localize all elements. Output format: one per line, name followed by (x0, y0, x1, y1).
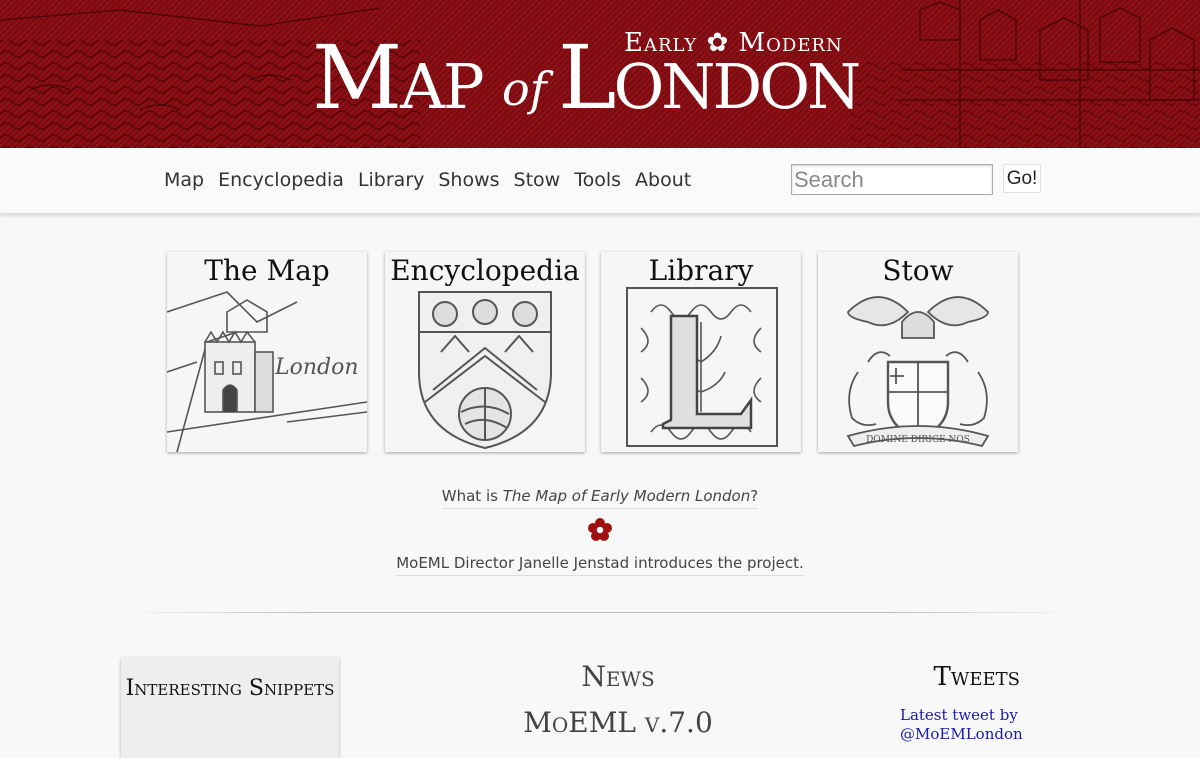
latest-tweet-link[interactable]: Latest tweet by @MoEMLondon (900, 706, 1060, 744)
tile-title: The Map (204, 254, 330, 287)
section-divider (120, 612, 1080, 613)
tile-title: Encyclopedia (390, 254, 580, 287)
logo-map-text: Map (312, 26, 485, 129)
nav-item-map[interactable]: Map (164, 169, 204, 191)
tile-the-map[interactable]: The Map London (167, 252, 367, 452)
interesting-snippets-panel: Interesting Snippets (121, 658, 339, 758)
tweets-heading: Tweets (933, 662, 1020, 692)
intro-question-prefix: What is (441, 487, 503, 505)
logo-early-modern-text: Early ✿ Modern (624, 28, 843, 58)
news-item-title[interactable]: MoEML v.7.0 (460, 706, 776, 740)
intro-question-title: The Map of Early Modern London (502, 487, 751, 505)
site-logo[interactable]: Map of London Early ✿ Modern (312, 26, 892, 126)
news-section: News MoEML v.7.0 (460, 660, 776, 740)
tile-title: Library (648, 254, 754, 287)
tile-encyclopedia[interactable]: Encyclopedia (385, 252, 585, 452)
intro-question-link[interactable]: What is The Map of Early Modern London? (441, 487, 759, 509)
intro-video-link[interactable]: MoEML Director Janelle Jenstad introduce… (396, 554, 804, 576)
tile-library[interactable]: Library (601, 252, 801, 452)
nav-item-library[interactable]: Library (358, 169, 424, 191)
search-go-button[interactable]: Go! (1003, 164, 1041, 193)
nav-item-shows[interactable]: Shows (438, 169, 499, 191)
tile-title: Stow (882, 254, 954, 287)
intro-video-caption: MoEML Director Janelle Jenstad introduce… (0, 554, 1200, 576)
tile-stow[interactable]: Stow DOMINE DIRIGE NOS (818, 252, 1018, 452)
logo-of-text: of (502, 62, 547, 116)
search-input[interactable] (791, 164, 993, 195)
header-banner: Map of London Early ✿ Modern (0, 0, 1200, 148)
intro-question-suffix: ? (750, 487, 759, 505)
intro-question: What is The Map of Early Modern London? (0, 487, 1200, 509)
news-heading: News (581, 660, 655, 693)
tweets-section: Tweets Latest tweet by @MoEMLondon (900, 662, 1060, 744)
nav-item-about[interactable]: About (635, 169, 691, 191)
svg-text:London: London (274, 355, 359, 380)
nav-bar: Map Encyclopedia Library Shows Stow Tool… (0, 148, 1200, 214)
main-nav: Map Encyclopedia Library Shows Stow Tool… (164, 169, 691, 191)
svg-text:DOMINE DIRIGE NOS: DOMINE DIRIGE NOS (866, 435, 970, 445)
snippets-heading: Interesting Snippets (125, 676, 335, 701)
nav-item-tools[interactable]: Tools (574, 169, 621, 191)
nav-item-stow[interactable]: Stow (514, 169, 561, 191)
nav-item-encyclopedia[interactable]: Encyclopedia (218, 169, 344, 191)
flower-icon (588, 518, 612, 541)
